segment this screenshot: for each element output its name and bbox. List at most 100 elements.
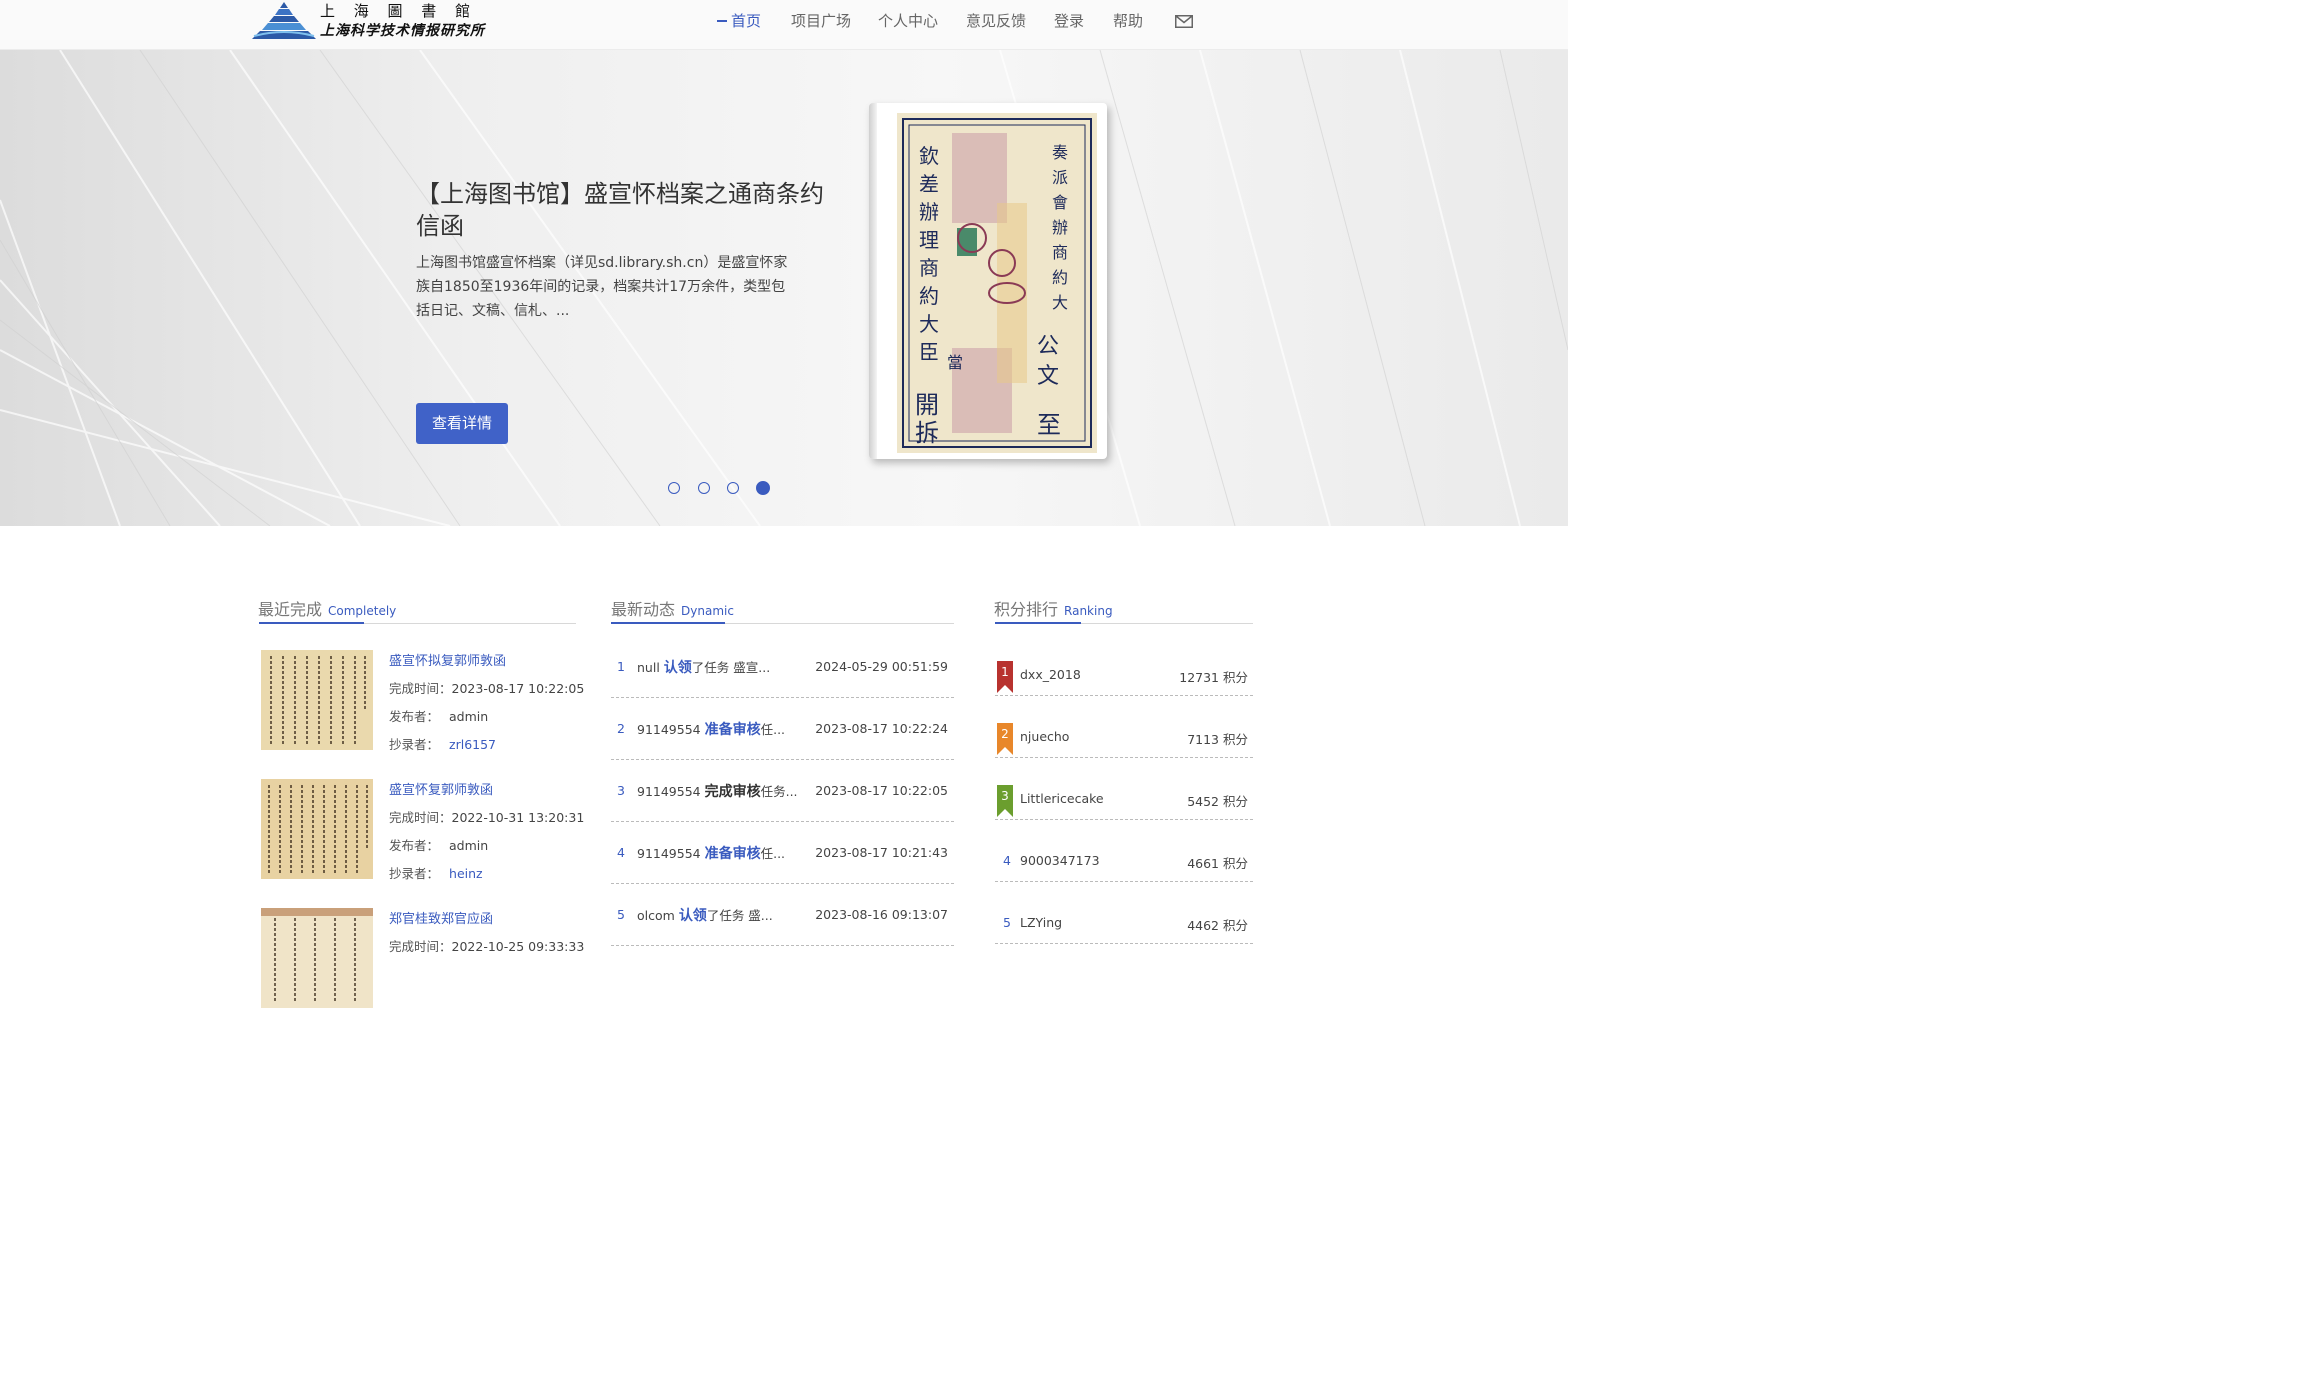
completed-item-title[interactable]: 盛宣怀复郭师敦函 [389, 779, 493, 798]
rank-ribbon-icon: 3 [997, 785, 1013, 817]
dynamic-task: 了任务 盛... [706, 908, 773, 923]
dynamic-row[interactable]: 1 null 认领了任务 盛宣... 2024-05-29 00:51:59 [611, 635, 954, 698]
banner-title: 【上海图书馆】盛宣怀档案之通商条约信函 [416, 180, 824, 240]
rank-score: 12731 积分 [1179, 670, 1248, 685]
rank-number: 4 [1003, 853, 1011, 868]
svg-text:大: 大 [919, 312, 939, 336]
manuscript-thumbnail[interactable] [261, 779, 373, 879]
dynamic-row[interactable]: 3 91149554 完成审核任务... 2023-08-17 10:22:05 [611, 759, 954, 822]
dynamic-row[interactable]: 2 91149554 准备审核任... 2023-08-17 10:22:24 [611, 697, 954, 760]
dynamic-index: 4 [617, 845, 625, 860]
svg-text:差: 差 [919, 172, 939, 196]
dynamic-user: null [637, 660, 660, 675]
ranking-row[interactable]: 4 9000347173 4661 积分 [995, 819, 1253, 882]
completed-item-title[interactable]: 郑官桂致郑官应函 [389, 908, 493, 927]
carousel-dot-2[interactable] [698, 482, 710, 494]
mail-icon[interactable] [1175, 15, 1193, 28]
svg-text:大: 大 [1052, 293, 1068, 312]
svg-text:辦: 辦 [1052, 218, 1068, 237]
carousel-dot-3[interactable] [727, 482, 739, 494]
time-label: 完成时间： [389, 810, 452, 825]
manuscript-thumbnail[interactable] [261, 650, 373, 750]
dynamic-action: 认领 [678, 908, 707, 924]
dynamic-action: 认领 [663, 660, 692, 676]
svg-text:臣: 臣 [919, 340, 939, 364]
banner-description: 上海图书馆盛宣怀档案（详见sd.library.sh.cn）是盛宣怀家族自185… [416, 255, 788, 319]
ranking-title-zh: 积分排行 [994, 600, 1059, 619]
library-logo[interactable]: 上 海 圖 書 館 上海科学技术情报研究所 [252, 0, 492, 42]
ranking-row[interactable]: 3 Littlericecake 5452 积分 [995, 757, 1253, 820]
transcriber-label: 抄录者： [389, 866, 440, 881]
completed-title-en: Completely [328, 604, 397, 618]
hero-carousel: 【上海图书馆】盛宣怀档案之通商条约信函 上海图书馆盛宣怀档案（详见sd.libr… [0, 50, 1568, 526]
top-header: 上 海 圖 書 館 上海科学技术情报研究所 首页 项目广场 个人中心 意见反馈 … [0, 0, 1568, 50]
completed-divider-accent [259, 622, 364, 624]
book-spine [869, 103, 877, 459]
pyramid-logo-icon [252, 2, 316, 39]
completed-item: 盛宣怀拟复郭师敦函 完成时间：2023-08-17 10:22:05 发布者： a… [259, 650, 584, 760]
dynamic-divider-accent [611, 622, 725, 624]
rank-ribbon-icon: 1 [997, 661, 1013, 693]
dynamic-index: 1 [617, 659, 625, 674]
dynamic-time: 2024-05-29 00:51:59 [815, 659, 948, 674]
svg-text:當: 當 [947, 353, 963, 372]
rank-score: 7113 积分 [1187, 732, 1248, 747]
nav-login[interactable]: 登录 [1054, 10, 1084, 31]
archive-document-image: 欽差辦 理商約 大臣 開拆 公文 至 奏派會 辦商約 大 當 [869, 103, 1107, 459]
ranking-section-title: 积分排行 Ranking [994, 596, 1113, 620]
svg-text:會: 會 [1052, 193, 1068, 212]
publisher-label: 发布者： [389, 709, 440, 724]
svg-text:欽: 欽 [919, 144, 939, 168]
ranking-row[interactable]: 5 LZYing 4462 积分 [995, 881, 1253, 944]
rank-username: 9000347173 [1020, 853, 1100, 868]
dynamic-title-en: Dynamic [681, 604, 734, 618]
completed-title-zh: 最近完成 [258, 600, 323, 619]
nav-feedback[interactable]: 意见反馈 [966, 10, 1026, 31]
dynamic-task: 任... [760, 846, 786, 861]
ranking-row[interactable]: 1 dxx_2018 12731 积分 [995, 633, 1253, 696]
dynamic-time: 2023-08-17 10:22:05 [815, 783, 948, 798]
completed-item-title[interactable]: 盛宣怀拟复郭师敦函 [389, 650, 506, 669]
nav-personal-center[interactable]: 个人中心 [878, 10, 938, 31]
rank-number: 3 [1001, 789, 1009, 803]
dynamic-section-title: 最新动态 Dynamic [611, 596, 734, 620]
dynamic-user: 91149554 [637, 784, 701, 799]
svg-text:文: 文 [1037, 364, 1059, 389]
dynamic-time: 2023-08-16 09:13:07 [815, 907, 948, 922]
rank-username: Littlericecake [1020, 791, 1104, 806]
svg-text:公: 公 [1037, 334, 1059, 359]
rank-username: dxx_2018 [1020, 667, 1081, 682]
manuscript-thumbnail[interactable] [261, 908, 373, 1008]
dynamic-time: 2023-08-17 10:22:24 [815, 721, 948, 736]
ranking-divider-accent [995, 622, 1081, 624]
envelope-scan: 欽差辦 理商約 大臣 開拆 公文 至 奏派會 辦商約 大 當 [897, 113, 1097, 453]
nav-project-square[interactable]: 项目广场 [791, 10, 851, 31]
svg-text:至: 至 [1037, 411, 1061, 439]
completed-time: 2023-08-17 10:22:05 [451, 681, 585, 696]
dynamic-action: 准备审核 [704, 722, 761, 738]
svg-text:約: 約 [1052, 268, 1068, 287]
transcriber-label: 抄录者： [389, 737, 440, 752]
nav-help[interactable]: 帮助 [1113, 10, 1143, 31]
transcriber-link[interactable]: heinz [449, 866, 483, 881]
transcriber-link[interactable]: zrl6157 [449, 737, 496, 752]
svg-text:拆: 拆 [915, 419, 939, 447]
svg-text:商: 商 [919, 256, 939, 280]
dynamic-row[interactable]: 4 91149554 准备审核任... 2023-08-17 10:21:43 [611, 821, 954, 884]
ranking-row[interactable]: 2 njuecho 7113 积分 [995, 695, 1253, 758]
time-label: 完成时间： [389, 681, 452, 696]
dynamic-index: 3 [617, 783, 625, 798]
dynamic-task: 任... [760, 722, 786, 737]
carousel-dot-4[interactable] [756, 481, 770, 495]
completed-item: 郑官桂致郑官应函 完成时间：2022-10-25 09:33:33 [259, 908, 584, 1018]
carousel-dot-1[interactable] [668, 482, 680, 494]
dynamic-row[interactable]: 5 olcom 认领了任务 盛... 2023-08-16 09:13:07 [611, 883, 954, 946]
completed-time: 2022-10-31 13:20:31 [451, 810, 585, 825]
dynamic-user: 91149554 [637, 846, 701, 861]
publisher-label: 发布者： [389, 838, 440, 853]
dynamic-index: 5 [617, 907, 625, 922]
time-label: 完成时间： [389, 939, 452, 954]
view-details-button[interactable]: 查看详情 [416, 403, 508, 444]
nav-home[interactable]: 首页 [716, 10, 761, 31]
dynamic-index: 2 [617, 721, 625, 736]
